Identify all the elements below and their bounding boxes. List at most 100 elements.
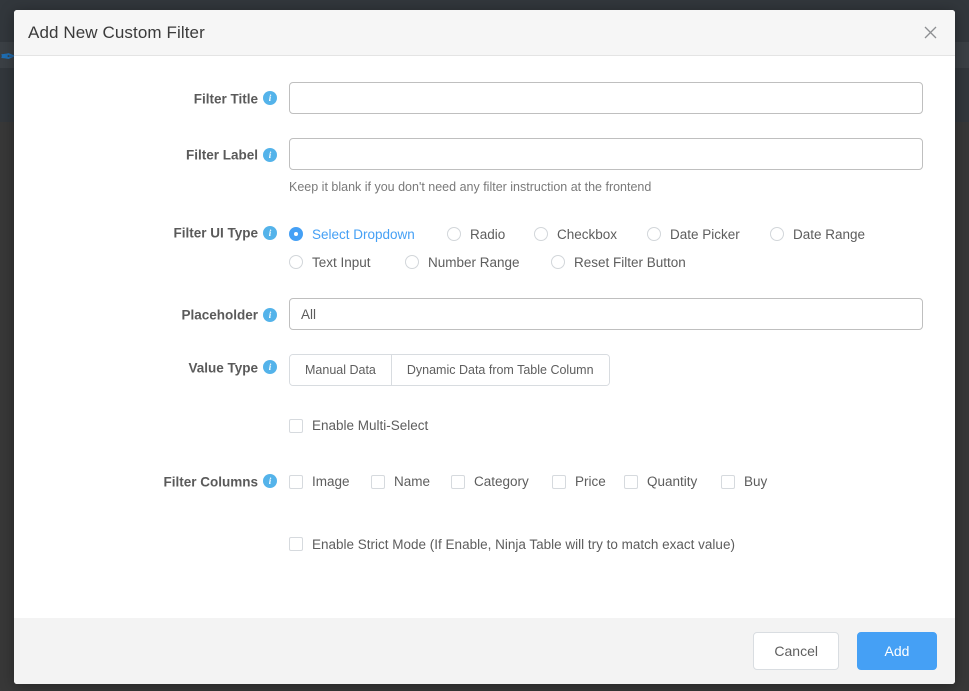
info-icon[interactable]: i <box>263 226 277 240</box>
spacer <box>32 276 937 298</box>
value-type-control: Manual Data Dynamic Data from Table Colu… <box>289 351 937 386</box>
filter-label-label: Filter Label i <box>32 138 289 172</box>
filter-columns-control: Image Name Category Price <box>289 465 937 495</box>
checkbox-indicator-icon <box>371 475 385 489</box>
cancel-button[interactable]: Cancel <box>753 632 839 670</box>
field-row-value-type: Value Type i Manual Data Dynamic Data fro… <box>32 351 937 386</box>
radio-label: Number Range <box>428 255 520 270</box>
multi-select-control: Enable Multi-Select <box>289 409 937 439</box>
radio-radio[interactable]: Radio <box>447 220 534 248</box>
placeholder-input[interactable] <box>289 298 923 330</box>
radio-number-range[interactable]: Number Range <box>405 248 551 276</box>
dialog-body: Filter Title i Filter Label i Keep it blan… <box>14 56 955 618</box>
field-row-filter-label: Filter Label i Keep it blank if you don't… <box>32 138 937 195</box>
checkbox-column-name[interactable]: Name <box>371 469 451 495</box>
checkbox-column-quantity[interactable]: Quantity <box>624 469 721 495</box>
field-row-filter-ui-type: Filter UI Type i Select Dropdown Radio Ch… <box>32 216 937 276</box>
strict-mode-checkbox-row: Enable Strict Mode (If Enable, Ninja Tab… <box>289 527 923 557</box>
radio-reset-filter-button[interactable]: Reset Filter Button <box>551 248 711 276</box>
checkbox-column-price[interactable]: Price <box>552 469 624 495</box>
radio-label: Reset Filter Button <box>574 255 686 270</box>
value-type-button-group: Manual Data Dynamic Data from Table Colu… <box>289 354 610 386</box>
add-button[interactable]: Add <box>857 632 937 670</box>
radio-label: Text Input <box>312 255 371 270</box>
placeholder-label-text: Placeholder <box>181 308 258 323</box>
checkbox-label: Image <box>312 474 350 489</box>
checkbox-enable-multi-select[interactable]: Enable Multi-Select <box>289 413 428 439</box>
placeholder-control <box>289 298 937 330</box>
dialog-footer: Cancel Add <box>14 618 955 684</box>
filter-label-control: Keep it blank if you don't need any filt… <box>289 138 937 195</box>
dialog-title: Add New Custom Filter <box>28 23 205 43</box>
checkbox-indicator-icon <box>451 475 465 489</box>
radio-label: Date Range <box>793 227 865 242</box>
checkbox-label: Enable Multi-Select <box>312 418 428 433</box>
filter-title-label: Filter Title i <box>32 82 289 116</box>
radio-indicator-icon <box>289 255 303 269</box>
radio-text-input[interactable]: Text Input <box>289 248 405 276</box>
value-type-dynamic-data-button[interactable]: Dynamic Data from Table Column <box>391 355 609 385</box>
spacer <box>32 499 937 527</box>
checkbox-indicator-icon <box>624 475 638 489</box>
radio-label: Date Picker <box>670 227 740 242</box>
filter-ui-type-label-text: Filter UI Type <box>173 226 258 241</box>
filter-ui-type-label: Filter UI Type i <box>32 216 289 250</box>
checkbox-column-category[interactable]: Category <box>451 469 552 495</box>
field-row-multi-select: Enable Multi-Select <box>32 409 937 439</box>
filter-title-label-text: Filter Title <box>194 91 258 106</box>
radio-indicator-icon <box>770 227 784 241</box>
filter-title-control <box>289 82 937 114</box>
filter-ui-type-control: Select Dropdown Radio Checkbox Date Pick… <box>289 216 937 276</box>
radio-indicator-icon <box>405 255 419 269</box>
add-custom-filter-dialog: Add New Custom Filter Filter Title i Filt… <box>14 10 955 684</box>
info-icon[interactable]: i <box>263 91 277 105</box>
value-type-manual-data-button[interactable]: Manual Data <box>290 355 391 385</box>
dialog-header: Add New Custom Filter <box>14 10 955 56</box>
filter-columns-label: Filter Columns i <box>32 465 289 499</box>
checkbox-label: Buy <box>744 474 767 489</box>
checkbox-label: Name <box>394 474 430 489</box>
radio-indicator-icon <box>289 227 303 241</box>
filter-label-input[interactable] <box>289 138 923 170</box>
radio-label: Checkbox <box>557 227 617 242</box>
checkbox-indicator-icon <box>289 419 303 433</box>
field-row-filter-columns: Filter Columns i Image Name Category <box>32 465 937 499</box>
field-row-strict-mode: Enable Strict Mode (If Enable, Ninja Tab… <box>32 527 937 557</box>
checkbox-indicator-icon <box>552 475 566 489</box>
value-type-label: Value Type i <box>32 351 289 385</box>
checkbox-label: Category <box>474 474 529 489</box>
filter-columns-label-text: Filter Columns <box>163 474 258 489</box>
radio-indicator-icon <box>447 227 461 241</box>
radio-indicator-icon <box>551 255 565 269</box>
checkbox-label: Quantity <box>647 474 697 489</box>
info-icon[interactable]: i <box>263 308 277 322</box>
info-icon[interactable]: i <box>263 360 277 374</box>
checkbox-enable-strict-mode[interactable]: Enable Strict Mode (If Enable, Ninja Tab… <box>289 531 735 557</box>
filter-ui-type-radio-group: Select Dropdown Radio Checkbox Date Pick… <box>289 216 923 276</box>
info-icon[interactable]: i <box>263 148 277 162</box>
radio-checkbox[interactable]: Checkbox <box>534 220 647 248</box>
filter-columns-checkbox-group: Image Name Category Price <box>289 465 923 495</box>
radio-date-picker[interactable]: Date Picker <box>647 220 770 248</box>
spacer <box>32 116 937 138</box>
checkbox-column-buy[interactable]: Buy <box>721 469 791 495</box>
checkbox-label: Price <box>575 474 606 489</box>
radio-select-dropdown[interactable]: Select Dropdown <box>289 220 447 248</box>
filter-label-help-text: Keep it blank if you don't need any filt… <box>289 179 923 195</box>
filter-title-input[interactable] <box>289 82 923 114</box>
close-icon[interactable] <box>919 22 941 44</box>
radio-label: Radio <box>470 227 505 242</box>
checkbox-column-image[interactable]: Image <box>289 469 371 495</box>
radio-date-range[interactable]: Date Range <box>770 220 890 248</box>
info-icon[interactable]: i <box>263 474 277 488</box>
multi-select-checkbox-row: Enable Multi-Select <box>289 409 923 439</box>
checkbox-label: Enable Strict Mode (If Enable, Ninja Tab… <box>312 537 735 552</box>
radio-label: Select Dropdown <box>312 227 415 242</box>
radio-indicator-icon <box>534 227 548 241</box>
value-type-label-text: Value Type <box>188 360 258 375</box>
spacer <box>32 439 937 465</box>
spacer <box>32 333 937 351</box>
filter-label-label-text: Filter Label <box>186 148 258 163</box>
spacer <box>32 195 937 216</box>
field-row-filter-title: Filter Title i <box>32 82 937 116</box>
